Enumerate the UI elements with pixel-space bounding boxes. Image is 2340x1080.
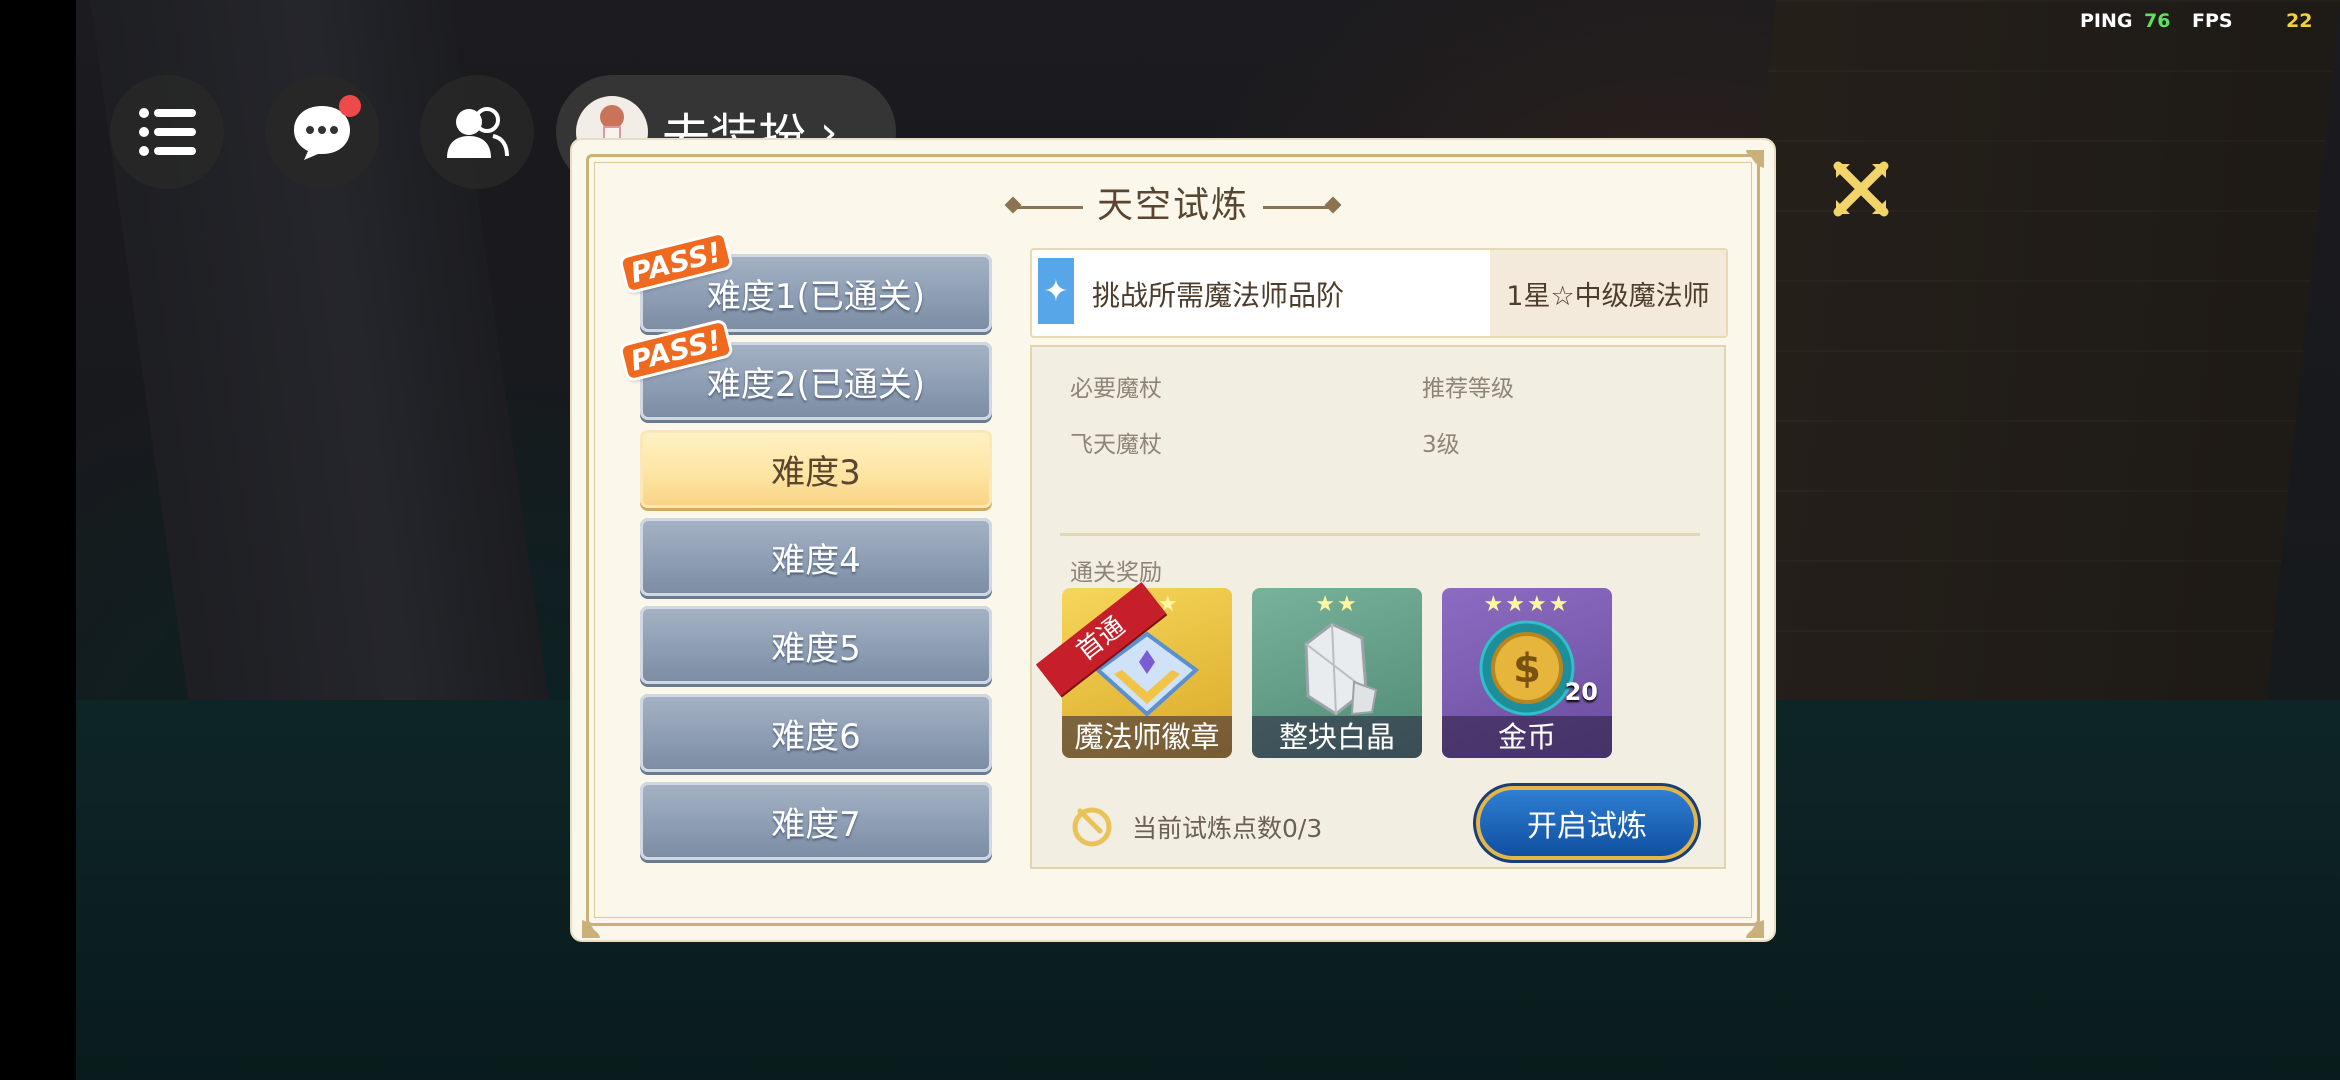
- start-trial-label: 开启试炼: [1527, 809, 1647, 844]
- friends-icon: [447, 107, 509, 158]
- fps-value: 22: [2286, 10, 2313, 32]
- wand-header: 必要魔杖: [1070, 376, 1162, 402]
- trial-points-icon: [1072, 807, 1112, 847]
- wand-value: 飞天魔杖: [1070, 432, 1162, 458]
- difficulty-label: 难度3: [771, 452, 861, 493]
- reward-stars: ★★: [1315, 592, 1359, 617]
- perf-readout: PING 76 FPS 22: [2080, 10, 2326, 32]
- requirement-value: 1星☆中级魔法师: [1490, 250, 1726, 336]
- reward-stars: ★★★★: [1483, 592, 1571, 617]
- panel-title: 天空试炼: [1096, 185, 1249, 226]
- requirement-bar: ✦ 挑战所需魔法师品阶 1星☆中级魔法师: [1030, 248, 1728, 338]
- menu-button[interactable]: [110, 75, 224, 189]
- reward-count: 20: [1564, 678, 1598, 706]
- close-icon[interactable]: [1832, 160, 1890, 218]
- panel-title-row: 天空试炼: [572, 176, 1774, 228]
- reward-name: 整块白晶: [1252, 716, 1422, 758]
- difficulty-5-button[interactable]: 难度5: [640, 606, 992, 684]
- reward-item[interactable]: ★★★★ $ 20 金币: [1442, 588, 1612, 758]
- difficulty-label: 难度4: [771, 540, 861, 581]
- friends-button[interactable]: [420, 75, 534, 189]
- level-header: 推荐等级: [1422, 376, 1514, 402]
- rewards-title: 通关奖励: [1070, 560, 1162, 586]
- difficulty-3-button[interactable]: 难度3: [640, 430, 992, 508]
- trial-panel: 天空试炼 难度1(已通关) PASS! 难度2(已通关) PASS! 难度3 难…: [572, 140, 1774, 940]
- ping-value: 76: [2144, 10, 2171, 32]
- difficulty-7-button[interactable]: 难度7: [640, 782, 992, 860]
- difficulty-label: 难度7: [771, 804, 861, 845]
- corner-ornament-icon: [582, 920, 600, 938]
- ping-label: PING: [2080, 10, 2133, 32]
- chat-button[interactable]: [265, 75, 379, 189]
- menu-list-icon: [139, 108, 196, 156]
- reward-name: 金币: [1442, 716, 1612, 758]
- info-box: 必要魔杖 推荐等级 飞天魔杖 3级 通关奖励 ★★★ 魔法师徽章 ★★ 整块白晶: [1030, 345, 1726, 869]
- difficulty-label: 难度1(已通关): [706, 276, 926, 317]
- trial-points-text: 当前试炼点数0/3: [1132, 814, 1323, 843]
- reward-name: 魔法师徽章: [1062, 716, 1232, 758]
- notification-dot: [339, 95, 361, 117]
- requirement-label: 挑战所需魔法师品阶: [1092, 279, 1345, 312]
- difficulty-label: 难度5: [771, 628, 861, 669]
- reward-item[interactable]: ★★ 整块白晶: [1252, 588, 1422, 758]
- fps-label: FPS: [2192, 10, 2233, 32]
- title-deco-right: [1263, 205, 1333, 209]
- difficulty-4-button[interactable]: 难度4: [640, 518, 992, 596]
- difficulty-label: 难度2(已通关): [706, 364, 926, 405]
- start-trial-button[interactable]: 开启试炼: [1480, 790, 1694, 856]
- svg-text:$: $: [1513, 646, 1541, 692]
- divider: [1060, 533, 1700, 536]
- corner-ornament-icon: [1746, 920, 1764, 938]
- level-value: 3级: [1422, 432, 1460, 458]
- title-deco-left: [1012, 205, 1083, 209]
- sparkle-icon: ✦: [1038, 258, 1074, 324]
- difficulty-label: 难度6: [771, 716, 861, 757]
- crystal-icon: [1304, 622, 1378, 716]
- difficulty-6-button[interactable]: 难度6: [640, 694, 992, 772]
